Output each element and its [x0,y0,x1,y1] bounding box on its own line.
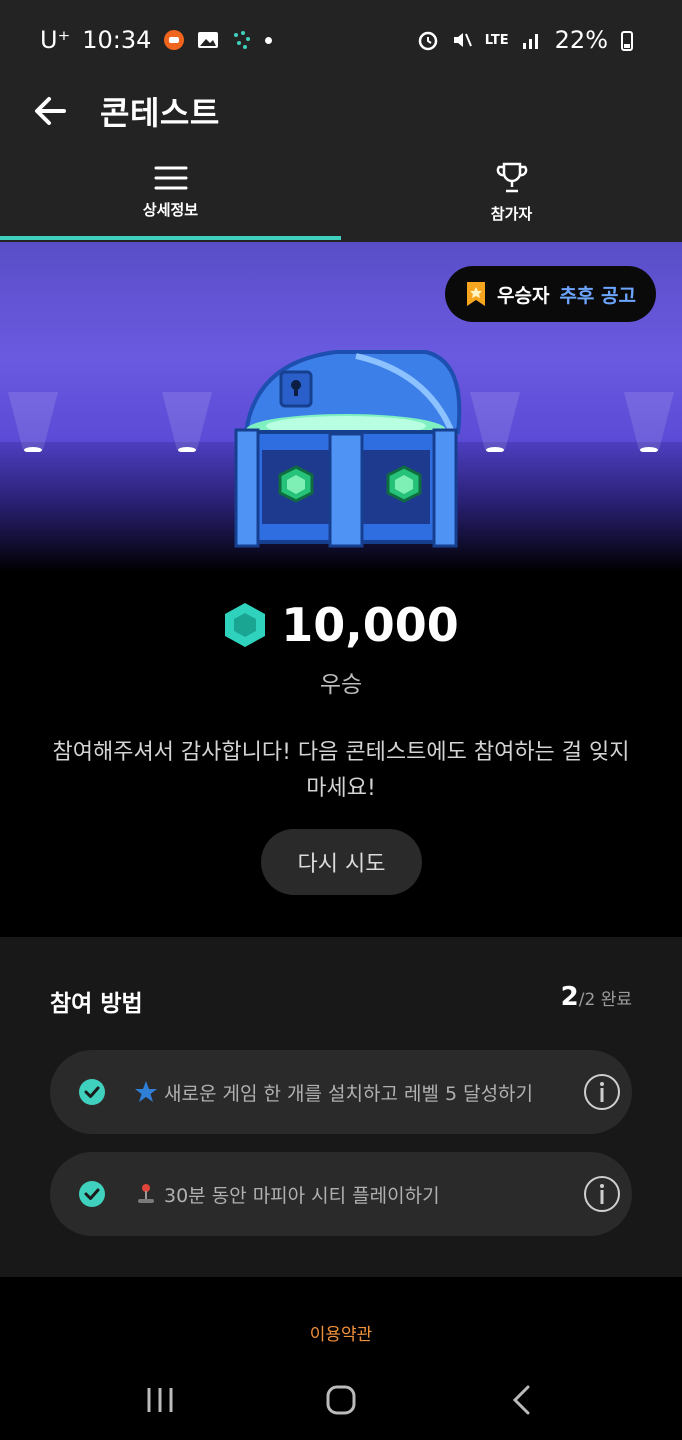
system-nav-bar [0,1360,682,1440]
alarm-icon [417,29,439,51]
info-icon [584,1074,620,1110]
progress-counter: 2/2 완료 [561,982,632,1012]
spotlight-2 [162,392,212,452]
info-icon [584,1176,620,1212]
task-item: 새로운 게임 한 개를 설치하고 레벨 5 달성하기 [50,1050,632,1134]
tab-participants-label: 참가자 [490,204,533,223]
task-text: 새로운 게임 한 개를 설치하고 레벨 5 달성하기 [134,1079,572,1106]
more-notifications-dot [265,36,273,44]
carrier-label: U⁺ [40,26,71,54]
participation-section: 참여 방법 2/2 완료 새로운 게임 한 개를 설치하고 레벨 5 달성하기 … [0,937,682,1277]
retry-button[interactable]: 다시 시도 [261,829,422,895]
app-header: 콘테스트 [0,80,682,142]
tab-details-label: 상세정보 [142,200,199,219]
task-label: 새로운 게임 한 개를 설치하고 레벨 5 달성하기 [164,1082,534,1105]
info-button[interactable] [572,1073,632,1111]
task-item: 30분 동안 마피아 시티 플레이하기 [50,1152,632,1236]
recent-apps-icon [147,1388,173,1412]
notification-app-icon [163,29,185,51]
status-bar: U⁺ 10:34 LTE 22% [0,0,682,80]
task-text: 30분 동안 마피아 시티 플레이하기 [134,1181,572,1208]
clock: 10:34 [82,26,152,54]
check-circle-icon [50,1078,134,1106]
contest-banner: 우승자 추후 공고 [0,242,682,572]
spotlight-1 [8,392,58,452]
star-icon [135,1081,157,1102]
arrow-left-icon [35,97,66,125]
winner-status: 추후 공고 [559,284,636,307]
chevron-left-icon [512,1385,530,1415]
treasure-chest-image [234,350,462,548]
gallery-icon [197,29,219,51]
thank-you-message: 참여해주셔서 감사합니다! 다음 콘테스트에도 참여하는 걸 잊지 마세요! [52,740,630,801]
home-button[interactable] [301,1370,381,1430]
tab-details[interactable]: 상세정보 [0,142,341,242]
section-title: 참여 방법 [50,991,143,1017]
network-type: LTE [484,32,509,48]
winner-label: 우승자 [497,284,550,307]
home-icon [326,1385,356,1415]
spotlight-4 [624,392,674,452]
tab-bar: 상세정보 참가자 [0,142,682,242]
prize-caption: 우승 [319,672,363,698]
ribbon-badge-icon [467,282,485,306]
battery-percent: 22% [554,26,608,54]
mute-icon [451,29,473,51]
dots-app-icon [231,29,253,51]
gem-icon [225,603,266,647]
info-button[interactable] [572,1175,632,1213]
prize-amount-row: 10,000 [0,590,682,660]
check-circle-icon [50,1180,134,1208]
trophy-icon [496,162,527,192]
completed-count: 2 [560,982,579,1012]
terms-link[interactable]: 이용약관 [0,1320,682,1345]
contest-screen: U⁺ 10:34 LTE 22% 콘테스트 상세정보 참가자 우승자 추후 공고… [0,0,682,1440]
task-label: 30분 동안 마피아 시티 플레이하기 [164,1184,440,1207]
battery-icon [620,29,642,51]
menu-icon [154,166,187,189]
progress-suffix: /2 완료 [578,990,632,1010]
page-title: 콘테스트 [100,94,220,132]
back-button[interactable] [0,80,100,142]
winner-announcement-badge: 우승자 추후 공고 [445,266,656,322]
prize-amount: 10,000 [281,598,459,652]
signal-icon [521,29,543,51]
recent-apps-button[interactable] [120,1370,200,1430]
system-back-button[interactable] [482,1370,562,1430]
tab-participants[interactable]: 참가자 [341,142,682,242]
joystick-icon [138,1184,154,1203]
